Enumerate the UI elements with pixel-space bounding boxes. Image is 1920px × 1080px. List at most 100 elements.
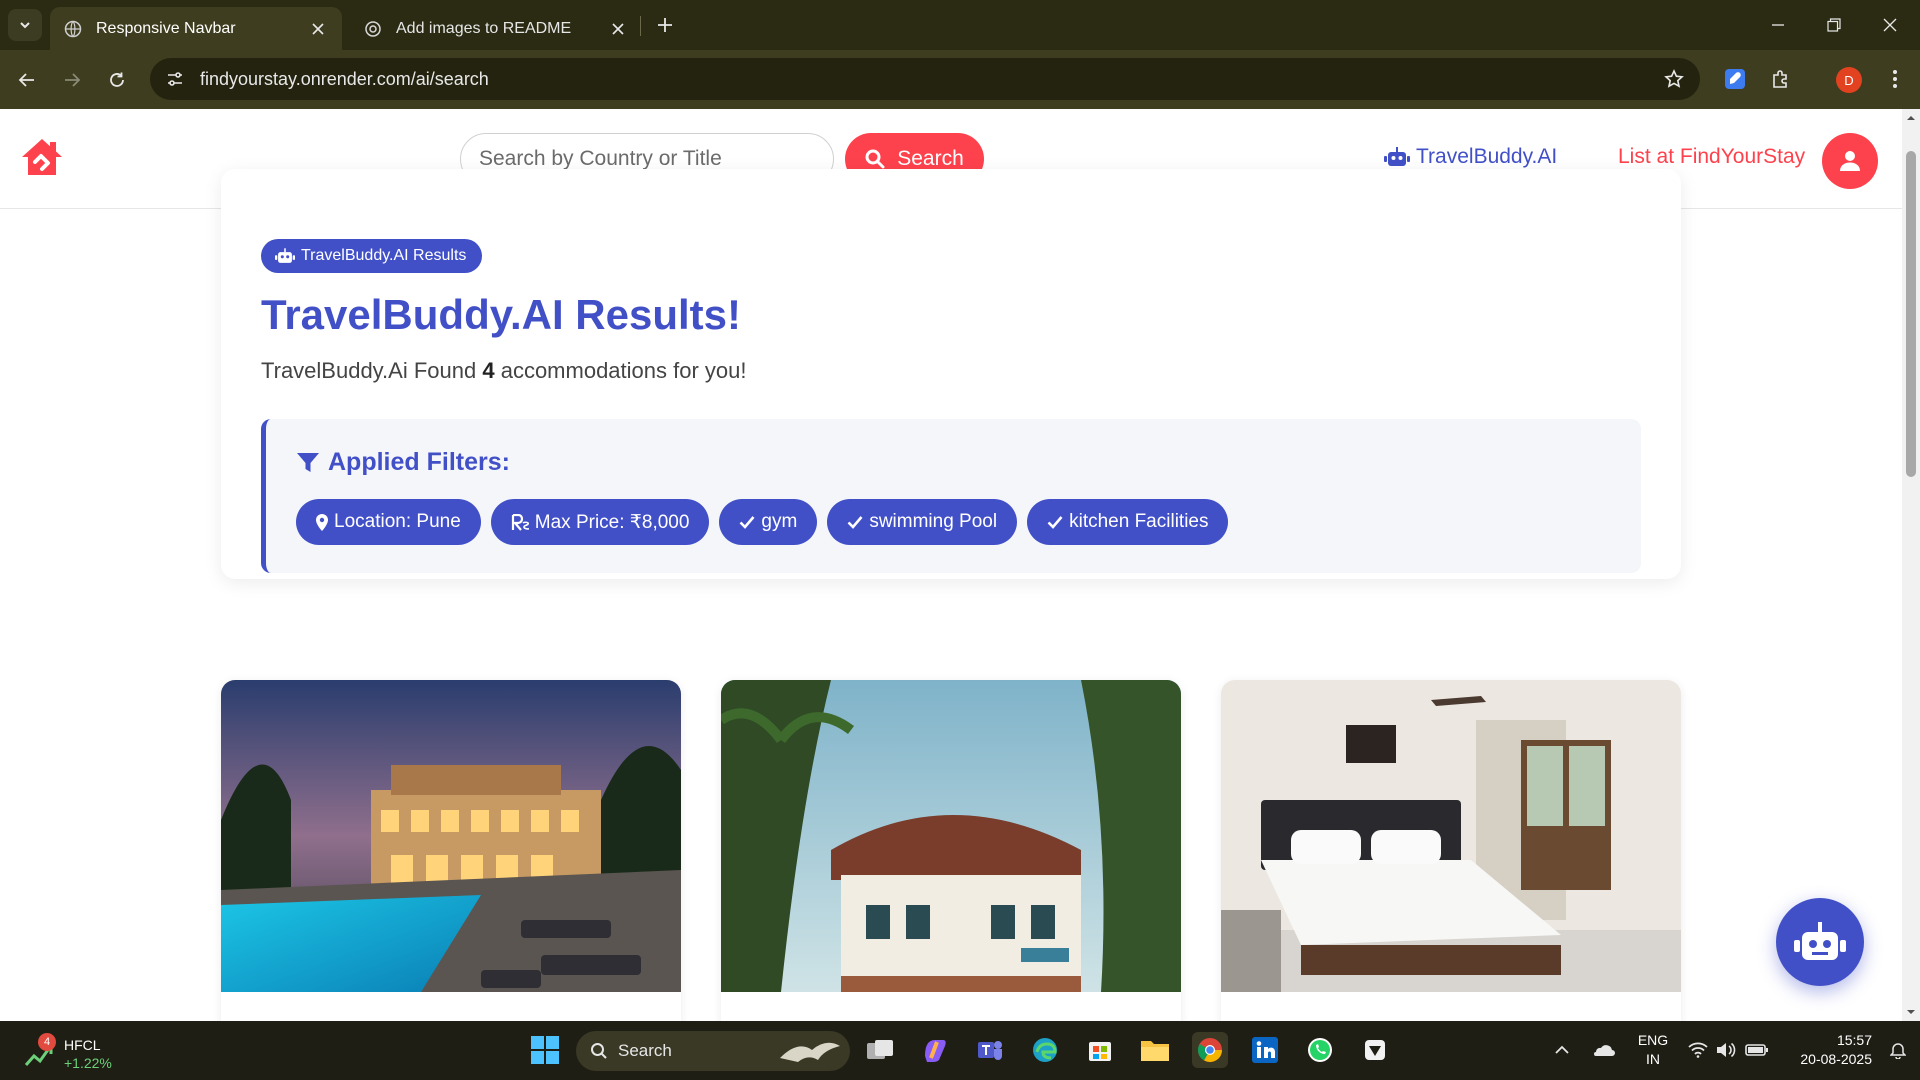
listing-card[interactable] [221, 680, 681, 1021]
chrome-icon[interactable] [1192, 1032, 1228, 1068]
filter-chip-location: Location: Pune [296, 499, 481, 545]
tray-overflow-icon[interactable] [1552, 1037, 1572, 1063]
robot-icon [1794, 922, 1846, 960]
extension-rocket-icon[interactable] [1720, 64, 1750, 94]
filter-chip-kitchen: kitchen Facilities [1027, 499, 1229, 545]
url-text: findyourstay.onrender.com/ai/search [200, 68, 489, 89]
task-view-icon[interactable] [862, 1032, 898, 1068]
bookmark-star-icon[interactable] [1662, 67, 1686, 91]
home-logo-icon[interactable] [18, 133, 66, 181]
profile-avatar[interactable]: D [1836, 67, 1862, 93]
scroll-up-icon[interactable] [1906, 113, 1916, 123]
new-tab-button[interactable] [652, 12, 678, 38]
check-icon [1047, 516, 1063, 529]
page-viewport: Search TravelBuddy.AI List at FindYourSt… [0, 109, 1902, 1021]
check-icon [847, 516, 863, 529]
close-icon[interactable] [308, 19, 328, 39]
volume-icon[interactable] [1714, 1037, 1738, 1063]
check-icon [740, 516, 755, 529]
whatsapp-icon[interactable] [1302, 1032, 1338, 1068]
address-bar[interactable]: findyourstay.onrender.com/ai/search [150, 58, 1700, 100]
file-explorer-icon[interactable] [1137, 1032, 1173, 1068]
tab-divider [640, 16, 641, 36]
tab-search-button[interactable] [8, 9, 42, 41]
filter-chips: Location: Pune Max Price: ₹8,000 gym swi… [296, 499, 1229, 545]
results-badge-label: TravelBuddy.AI Results [301, 247, 467, 264]
windows-taskbar: 4 HFCL +1.22% Search ENG IN 15:57 20-08-… [0, 1021, 1920, 1080]
search-icon [591, 1043, 607, 1059]
language-region: IN [1646, 1051, 1660, 1067]
results-summary-text: TravelBuddy.Ai Found 4 accommodations fo… [261, 358, 747, 384]
listing-card[interactable] [1221, 680, 1681, 1021]
listing-grid [221, 680, 1681, 1021]
scroll-down-icon[interactable] [1906, 1007, 1916, 1017]
robot-icon [1384, 147, 1410, 166]
filter-icon [297, 452, 319, 472]
stock-name: HFCL [64, 1037, 101, 1053]
scrollbar-thumb[interactable] [1906, 151, 1916, 477]
travelbuddy-ai-link-label: TravelBuddy.AI [1416, 145, 1558, 168]
filter-chip-gym: gym [719, 499, 818, 545]
back-button[interactable] [11, 64, 43, 96]
filter-chip-max-price: Max Price: ₹8,000 [490, 499, 710, 545]
stock-change: +1.22% [64, 1055, 112, 1071]
app-icon[interactable] [1357, 1032, 1393, 1068]
rupee-icon [511, 513, 529, 531]
chevron-down-icon [20, 22, 30, 29]
language-code: ENG [1637, 1032, 1669, 1048]
copilot-icon[interactable] [917, 1032, 953, 1068]
user-icon [1840, 151, 1860, 171]
onedrive-icon[interactable] [1590, 1037, 1616, 1063]
applied-filters-heading: Applied Filters: [296, 448, 510, 477]
wifi-icon[interactable] [1686, 1037, 1710, 1063]
edge-icon[interactable] [1027, 1032, 1063, 1068]
battery-icon[interactable] [1744, 1037, 1770, 1063]
restore-button[interactable] [1812, 10, 1856, 40]
hotel-bedroom-image [1221, 680, 1681, 992]
kebab-menu-icon[interactable] [1880, 64, 1910, 94]
filter-chip-label: Max Price: ₹8,000 [534, 511, 690, 533]
tab-responsive-navbar[interactable]: Responsive Navbar [50, 7, 342, 50]
results-title: TravelBuddy.AI Results! [261, 291, 742, 338]
close-icon [1883, 18, 1897, 32]
page-scrollbar[interactable] [1902, 109, 1920, 1021]
stock-widget[interactable]: 4 HFCL +1.22% [22, 1029, 122, 1073]
arrow-left-icon [18, 73, 34, 87]
taskbar-search-label: Search [618, 1041, 672, 1060]
openai-icon [364, 20, 382, 38]
reload-button[interactable] [101, 64, 133, 96]
clock-time: 15:57 [1836, 1032, 1872, 1048]
reload-icon [110, 72, 124, 87]
browser-tab-bar: Responsive Navbar Add images to README [0, 0, 1920, 50]
user-menu-button[interactable] [1822, 133, 1878, 189]
robot-icon [275, 248, 295, 263]
site-settings-icon[interactable] [162, 66, 188, 92]
filter-chip-swimming-pool: swimming Pool [827, 499, 1018, 545]
plus-icon [658, 18, 672, 32]
colonial-house-palms-image [721, 680, 1181, 992]
results-summary-card: TravelBuddy.AI Results TravelBuddy.AI Re… [221, 169, 1681, 579]
close-window-button[interactable] [1868, 10, 1912, 40]
linkedin-icon[interactable] [1247, 1032, 1283, 1068]
eagle-icon [780, 1042, 840, 1062]
notifications-bell-icon[interactable] [1888, 1037, 1908, 1063]
list-property-link[interactable]: List at FindYourStay [1618, 145, 1805, 169]
forward-button[interactable] [56, 64, 88, 96]
results-summary-suffix: accommodations for you! [494, 358, 747, 383]
store-icon[interactable] [1082, 1032, 1118, 1068]
windows-start-icon[interactable] [527, 1032, 563, 1068]
filter-chip-label: gym [761, 511, 798, 532]
clock-date: 20-08-2025 [1800, 1051, 1872, 1067]
language-indicator[interactable]: ENG IN [1636, 1031, 1670, 1069]
travelbuddy-ai-link[interactable]: TravelBuddy.AI [1384, 145, 1557, 169]
taskbar-clock[interactable]: 15:57 20-08-2025 [1780, 1031, 1872, 1069]
listing-card[interactable] [721, 680, 1181, 1021]
tab-add-images-readme[interactable]: Add images to README [350, 7, 642, 50]
search-icon [865, 149, 885, 169]
close-icon[interactable] [608, 19, 628, 39]
chatbot-button[interactable] [1776, 898, 1864, 986]
minimize-button[interactable] [1756, 10, 1800, 40]
teams-icon[interactable] [972, 1032, 1008, 1068]
extensions-puzzle-icon[interactable] [1766, 64, 1796, 94]
taskbar-search[interactable]: Search [576, 1031, 850, 1071]
